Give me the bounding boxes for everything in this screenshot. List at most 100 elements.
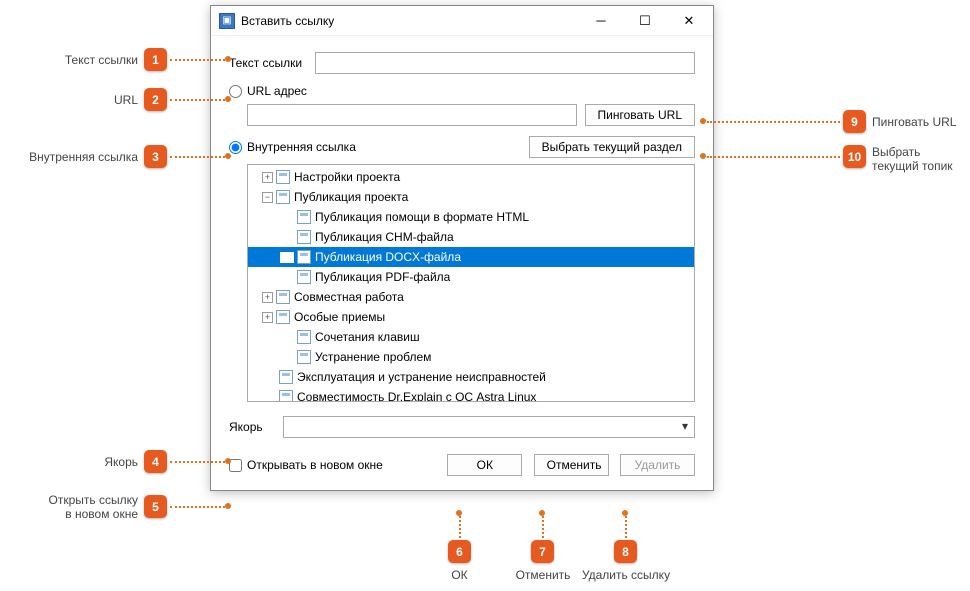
annotation-label-10-line2: текущий топик xyxy=(872,159,953,173)
topic-icon xyxy=(276,190,290,204)
annotation-dot-4 xyxy=(225,458,231,464)
topic-icon xyxy=(297,210,311,224)
tree-item[interactable]: Сочетания клавиш xyxy=(248,327,694,347)
maximize-button[interactable]: ☐ xyxy=(623,7,667,35)
tree-item[interactable]: Публикация помощи в формате HTML xyxy=(248,207,694,227)
annotation-label-3: Внутренняя ссылка xyxy=(6,150,138,164)
topic-icon xyxy=(279,370,293,384)
topic-icon xyxy=(276,310,290,324)
expander-spacer xyxy=(262,372,276,383)
cancel-button[interactable]: Отменить xyxy=(534,454,609,476)
expand-icon[interactable]: + xyxy=(262,312,273,323)
annotation-label-5-line1: Открыть ссылку xyxy=(49,493,138,507)
titlebar[interactable]: ▣ Вставить ссылку ─ ☐ ✕ xyxy=(211,6,713,36)
annotation-connector-8 xyxy=(625,516,627,538)
annotation-connector-10 xyxy=(707,156,840,158)
tree-item[interactable]: Публикация CHM-файла xyxy=(248,227,694,247)
tree-item[interactable]: Совместимость Dr.Explain с ОС Astra Linu… xyxy=(248,387,694,402)
delete-button[interactable]: Удалить xyxy=(620,454,695,476)
annotation-connector-6 xyxy=(459,516,461,538)
topic-icon xyxy=(276,290,290,304)
ok-button[interactable]: ОК xyxy=(447,454,522,476)
annotation-badge-1: 1 xyxy=(144,48,167,71)
annotation-label-8: Удалить ссылку xyxy=(578,568,674,582)
annotation-connector-9 xyxy=(707,121,840,123)
annotation-badge-9: 9 xyxy=(843,110,866,133)
minimize-button[interactable]: ─ xyxy=(579,7,623,35)
annotation-connector-2 xyxy=(170,99,225,101)
topic-icon xyxy=(297,330,311,344)
annotation-connector-1 xyxy=(170,59,225,61)
open-new-window-label: Открывать в новом окне xyxy=(247,458,383,472)
annotation-label-9: Пинговать URL xyxy=(872,115,956,129)
annotation-label-5: Открыть ссылку в новом окне xyxy=(6,493,138,522)
tree-item-label: Совместимость Dr.Explain с ОС Astra Linu… xyxy=(297,390,536,402)
annotation-badge-6: 6 xyxy=(448,540,471,563)
annotation-dot-9 xyxy=(700,118,706,124)
topic-icon xyxy=(297,250,311,264)
expand-icon[interactable]: + xyxy=(262,292,273,303)
collapse-icon[interactable]: − xyxy=(262,192,273,203)
annotation-label-10: Выбрать текущий топик xyxy=(872,145,953,174)
annotation-label-2: URL xyxy=(60,93,138,107)
annotation-badge-4: 4 xyxy=(144,450,167,473)
expand-icon[interactable]: + xyxy=(262,172,273,183)
annotation-badge-3: 3 xyxy=(144,145,167,168)
tree-item[interactable]: Эксплуатация и устранение неисправностей xyxy=(248,367,694,387)
link-text-label: Текст ссылки xyxy=(229,56,315,70)
tree-item-label: Публикация PDF-файла xyxy=(315,270,450,284)
expander-spacer xyxy=(280,252,294,263)
annotation-connector-4 xyxy=(170,461,225,463)
tree-item-label: Эксплуатация и устранение неисправностей xyxy=(297,370,546,384)
expander-spacer xyxy=(280,332,294,343)
expander-spacer xyxy=(280,352,294,363)
tree-item-label: Особые приемы xyxy=(294,310,385,324)
annotation-badge-8: 8 xyxy=(614,540,637,563)
tree-item[interactable]: + Настройки проекта xyxy=(248,167,694,187)
annotation-label-1: Текст ссылки xyxy=(30,53,138,67)
annotation-badge-10: 10 xyxy=(843,145,866,168)
tree-item-label: Совместная работа xyxy=(294,290,404,304)
anchor-dropdown[interactable] xyxy=(283,416,695,438)
tree-item[interactable]: + Особые приемы xyxy=(248,307,694,327)
tree-item-label: Публикация DOCX-файла xyxy=(315,250,461,264)
ping-url-button[interactable]: Пинговать URL xyxy=(585,104,695,126)
internal-link-radio[interactable] xyxy=(229,141,242,154)
topic-tree[interactable]: + Настройки проекта − Публикация проекта Пуб… xyxy=(247,164,695,402)
tree-item[interactable]: − Публикация проекта xyxy=(248,187,694,207)
annotation-dot-1 xyxy=(225,56,231,62)
annotation-label-7: Отменить xyxy=(506,568,580,582)
annotation-label-10-line1: Выбрать xyxy=(872,145,920,159)
app-icon: ▣ xyxy=(219,13,235,29)
annotation-badge-5: 5 xyxy=(144,495,167,518)
url-radio-label: URL адрес xyxy=(247,84,307,98)
url-radio[interactable] xyxy=(229,85,242,98)
topic-icon xyxy=(297,350,311,364)
topic-icon xyxy=(297,270,311,284)
annotation-dot-2 xyxy=(225,96,231,102)
tree-item-label: Публикация проекта xyxy=(294,190,408,204)
annotation-badge-2: 2 xyxy=(144,88,167,111)
close-button[interactable]: ✕ xyxy=(667,7,711,35)
url-input[interactable] xyxy=(247,104,577,126)
link-text-input[interactable] xyxy=(315,52,695,74)
tree-item[interactable]: Публикация PDF-файла xyxy=(248,267,694,287)
internal-link-label: Внутренняя ссылка xyxy=(247,140,356,154)
window-title: Вставить ссылку xyxy=(241,14,579,28)
annotation-dot-10 xyxy=(700,153,706,159)
tree-item[interactable]: Устранение проблем xyxy=(248,347,694,367)
annotation-dot-3 xyxy=(225,153,231,159)
tree-item-label: Настройки проекта xyxy=(294,170,400,184)
tree-item-label: Сочетания клавиш xyxy=(315,330,420,344)
expander-spacer xyxy=(280,212,294,223)
select-current-topic-button[interactable]: Выбрать текущий раздел xyxy=(529,136,695,158)
topic-icon xyxy=(276,170,290,184)
tree-item[interactable]: Публикация DOCX-файла xyxy=(248,247,694,267)
annotation-label-5-line2: в новом окне xyxy=(65,507,138,521)
annotation-dot-5 xyxy=(225,503,231,509)
expander-spacer xyxy=(262,392,276,403)
tree-item-label: Публикация помощи в формате HTML xyxy=(315,210,529,224)
annotation-label-6: ОК xyxy=(432,568,487,582)
tree-item[interactable]: + Совместная работа xyxy=(248,287,694,307)
insert-link-dialog: ▣ Вставить ссылку ─ ☐ ✕ Текст ссылки URL… xyxy=(210,5,714,491)
